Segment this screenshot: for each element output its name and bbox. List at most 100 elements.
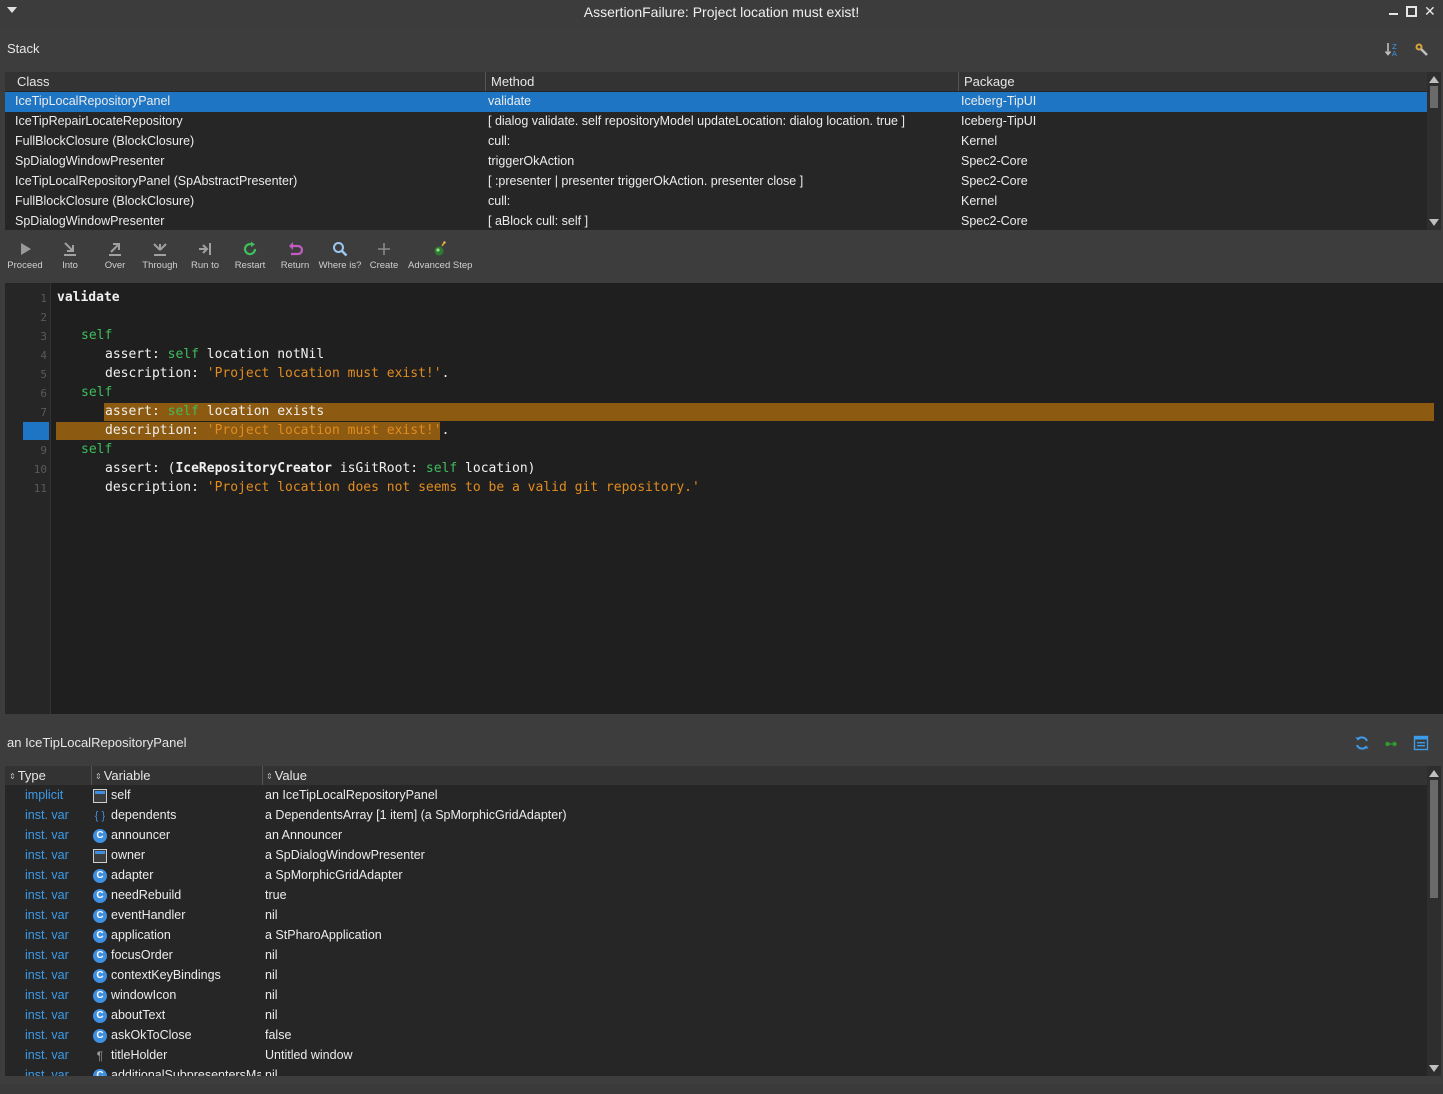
variable-type: inst. var (25, 868, 69, 882)
stack-row[interactable]: SpDialogWindowPresenter [ aBlock cull: s… (5, 212, 1427, 230)
scrollbar-thumb[interactable] (1430, 780, 1438, 898)
where-is-button[interactable]: Where is? (318, 240, 362, 271)
column-header-type[interactable]: ⇕ Type (9, 768, 46, 783)
window-title-bar[interactable]: AssertionFailure: Project location must … (0, 0, 1443, 26)
stack-row-package: Spec2-Core (961, 154, 1028, 168)
create-icon (378, 243, 390, 255)
stack-row-class: SpDialogWindowPresenter (15, 214, 165, 228)
inspector-row[interactable]: inst. var C askOkToClose false (5, 1026, 1427, 1046)
inspector-table[interactable]: ⇕ Type ⇕ Variable ⇕ Value implicit self an … (5, 766, 1427, 1076)
line-number: 4 (40, 349, 47, 362)
stack-row[interactable]: FullBlockClosure (BlockClosure) cull: Ke… (5, 192, 1427, 212)
column-header-method[interactable]: Method (491, 74, 534, 89)
class-icon: C (93, 1069, 107, 1076)
line-number-gutter: 1 2 3 4 5 6 7 8 9 10 11 (5, 283, 51, 714)
variable-name: askOkToClose (111, 1028, 192, 1042)
column-separator[interactable] (958, 72, 959, 91)
inspector-row[interactable]: inst. var { } dependents a DependentsArr… (5, 806, 1427, 826)
close-icon[interactable]: ✕ (1424, 4, 1436, 18)
inspector-scrollbar[interactable] (1427, 766, 1441, 1076)
scroll-up-icon[interactable] (1429, 76, 1439, 83)
inspector-row[interactable]: inst. var C needRebuild true (5, 886, 1427, 906)
stack-table[interactable]: Class Method Package IceTipLocalReposito… (5, 72, 1427, 230)
column-header-value-label: Value (274, 768, 307, 783)
refresh-icon[interactable] (1354, 735, 1370, 751)
inspector-row[interactable]: inst. var C focusOrder nil (5, 946, 1427, 966)
inspector-row[interactable]: implicit self an IceTipLocalRepositoryPa… (5, 786, 1427, 806)
code-text: description: (105, 480, 207, 495)
variable-type: inst. var (25, 828, 69, 842)
code-editor[interactable]: 1 2 3 4 5 6 7 8 9 10 11 validate self as… (5, 283, 1443, 714)
stack-row-package: Kernel (961, 134, 998, 148)
create-button[interactable]: Create (366, 240, 402, 271)
code-line-11: description: 'Project location does not … (105, 480, 700, 495)
inspector-row[interactable]: inst. var C announcer an Announcer (5, 826, 1427, 846)
stack-row[interactable]: IceTipLocalRepositoryPanel validate Iceb… (5, 92, 1427, 112)
variable-type: inst. var (25, 848, 69, 862)
maximize-icon[interactable] (1405, 5, 1417, 17)
stack-scrollbar[interactable] (1427, 72, 1441, 230)
inspector-row[interactable]: inst. var ¶ titleHolder Untitled window (5, 1046, 1427, 1066)
stack-row-method: validate (488, 94, 532, 108)
restart-icon (243, 241, 257, 256)
class-icon: C (93, 969, 107, 983)
over-button[interactable]: Over (97, 240, 133, 271)
code-text: isGitRoot: (332, 461, 426, 476)
through-button[interactable]: Through (140, 240, 180, 271)
column-header-variable[interactable]: ⇕ Variable (95, 768, 150, 783)
inspector-row[interactable]: inst. var C windowIcon nil (5, 986, 1427, 1006)
window-title: AssertionFailure: Project location must … (583, 4, 860, 20)
stack-row[interactable]: IceTipRepairLocateRepository [ dialog va… (5, 112, 1427, 132)
paragraph-icon: ¶ (96, 1049, 104, 1063)
code-text: location notNil (198, 347, 325, 362)
restart-button[interactable]: Restart (230, 240, 270, 271)
debugger-toolbar: Proceed Into Over Through Run to Restart… (0, 238, 1443, 282)
line-number: 2 (40, 311, 47, 324)
class-icon: C (93, 1009, 107, 1023)
return-icon (289, 242, 304, 256)
variable-type: inst. var (25, 988, 69, 1002)
return-button[interactable]: Return (276, 240, 314, 271)
column-header-package[interactable]: Package (964, 74, 1015, 89)
variable-name: additionalSubpresentersMap (111, 1068, 261, 1076)
create-label: Create (369, 260, 399, 271)
settings-wrench-icon[interactable] (1413, 41, 1429, 57)
glasses-icon[interactable] (1383, 735, 1399, 751)
inspector-row[interactable]: inst. var C application a StPharoApplica… (5, 926, 1427, 946)
inspector-row[interactable]: inst. var owner a SpDialogWindowPresente… (5, 846, 1427, 866)
inspector-row[interactable]: inst. var C eventHandler nil (5, 906, 1427, 926)
inspect-window-icon[interactable] (1413, 735, 1429, 751)
code-line-8: description: 'Project location must exis… (105, 423, 449, 438)
variable-value: nil (265, 1008, 278, 1022)
stack-row[interactable]: SpDialogWindowPresenter triggerOkAction … (5, 152, 1427, 172)
scroll-down-icon[interactable] (1429, 219, 1439, 226)
column-separator[interactable] (262, 766, 263, 785)
proceed-button[interactable]: Proceed (6, 240, 44, 271)
stack-row-method: cull: (488, 134, 511, 148)
scrollbar-thumb[interactable] (1430, 86, 1438, 108)
inspector-row[interactable]: inst. var C contextKeyBindings nil (5, 966, 1427, 986)
inspector-row[interactable]: inst. var C adapter a SpMorphicGridAdapt… (5, 866, 1427, 886)
sort-icon[interactable]: Z A (1384, 41, 1400, 57)
code-line-7: assert: self location exists (105, 404, 324, 419)
column-header-value[interactable]: ⇕ Value (266, 768, 307, 783)
stack-row[interactable]: FullBlockClosure (BlockClosure) cull: Ke… (5, 132, 1427, 152)
column-separator[interactable] (485, 72, 486, 91)
column-separator[interactable] (91, 766, 92, 785)
variable-value: nil (265, 1068, 278, 1076)
variable-type: inst. var (25, 1048, 69, 1062)
class-icon: C (93, 829, 107, 843)
column-header-class[interactable]: Class (17, 74, 50, 89)
minimize-icon[interactable] (1388, 5, 1400, 17)
stack-row[interactable]: IceTipLocalRepositoryPanel (SpAbstractPr… (5, 172, 1427, 192)
inspector-row[interactable]: inst. var C aboutText nil (5, 1006, 1427, 1026)
run-to-button[interactable]: Run to (187, 240, 223, 271)
advanced-step-button[interactable]: Advanced Step (408, 240, 472, 271)
variable-type: inst. var (25, 1028, 69, 1042)
into-button[interactable]: Into (52, 240, 88, 271)
over-label: Over (104, 260, 126, 271)
inspector-row[interactable]: inst. var C additionalSubpresentersMap n… (5, 1066, 1427, 1076)
variable-name: contextKeyBindings (111, 968, 221, 982)
scroll-up-icon[interactable] (1429, 770, 1439, 777)
scroll-down-icon[interactable] (1429, 1065, 1439, 1072)
